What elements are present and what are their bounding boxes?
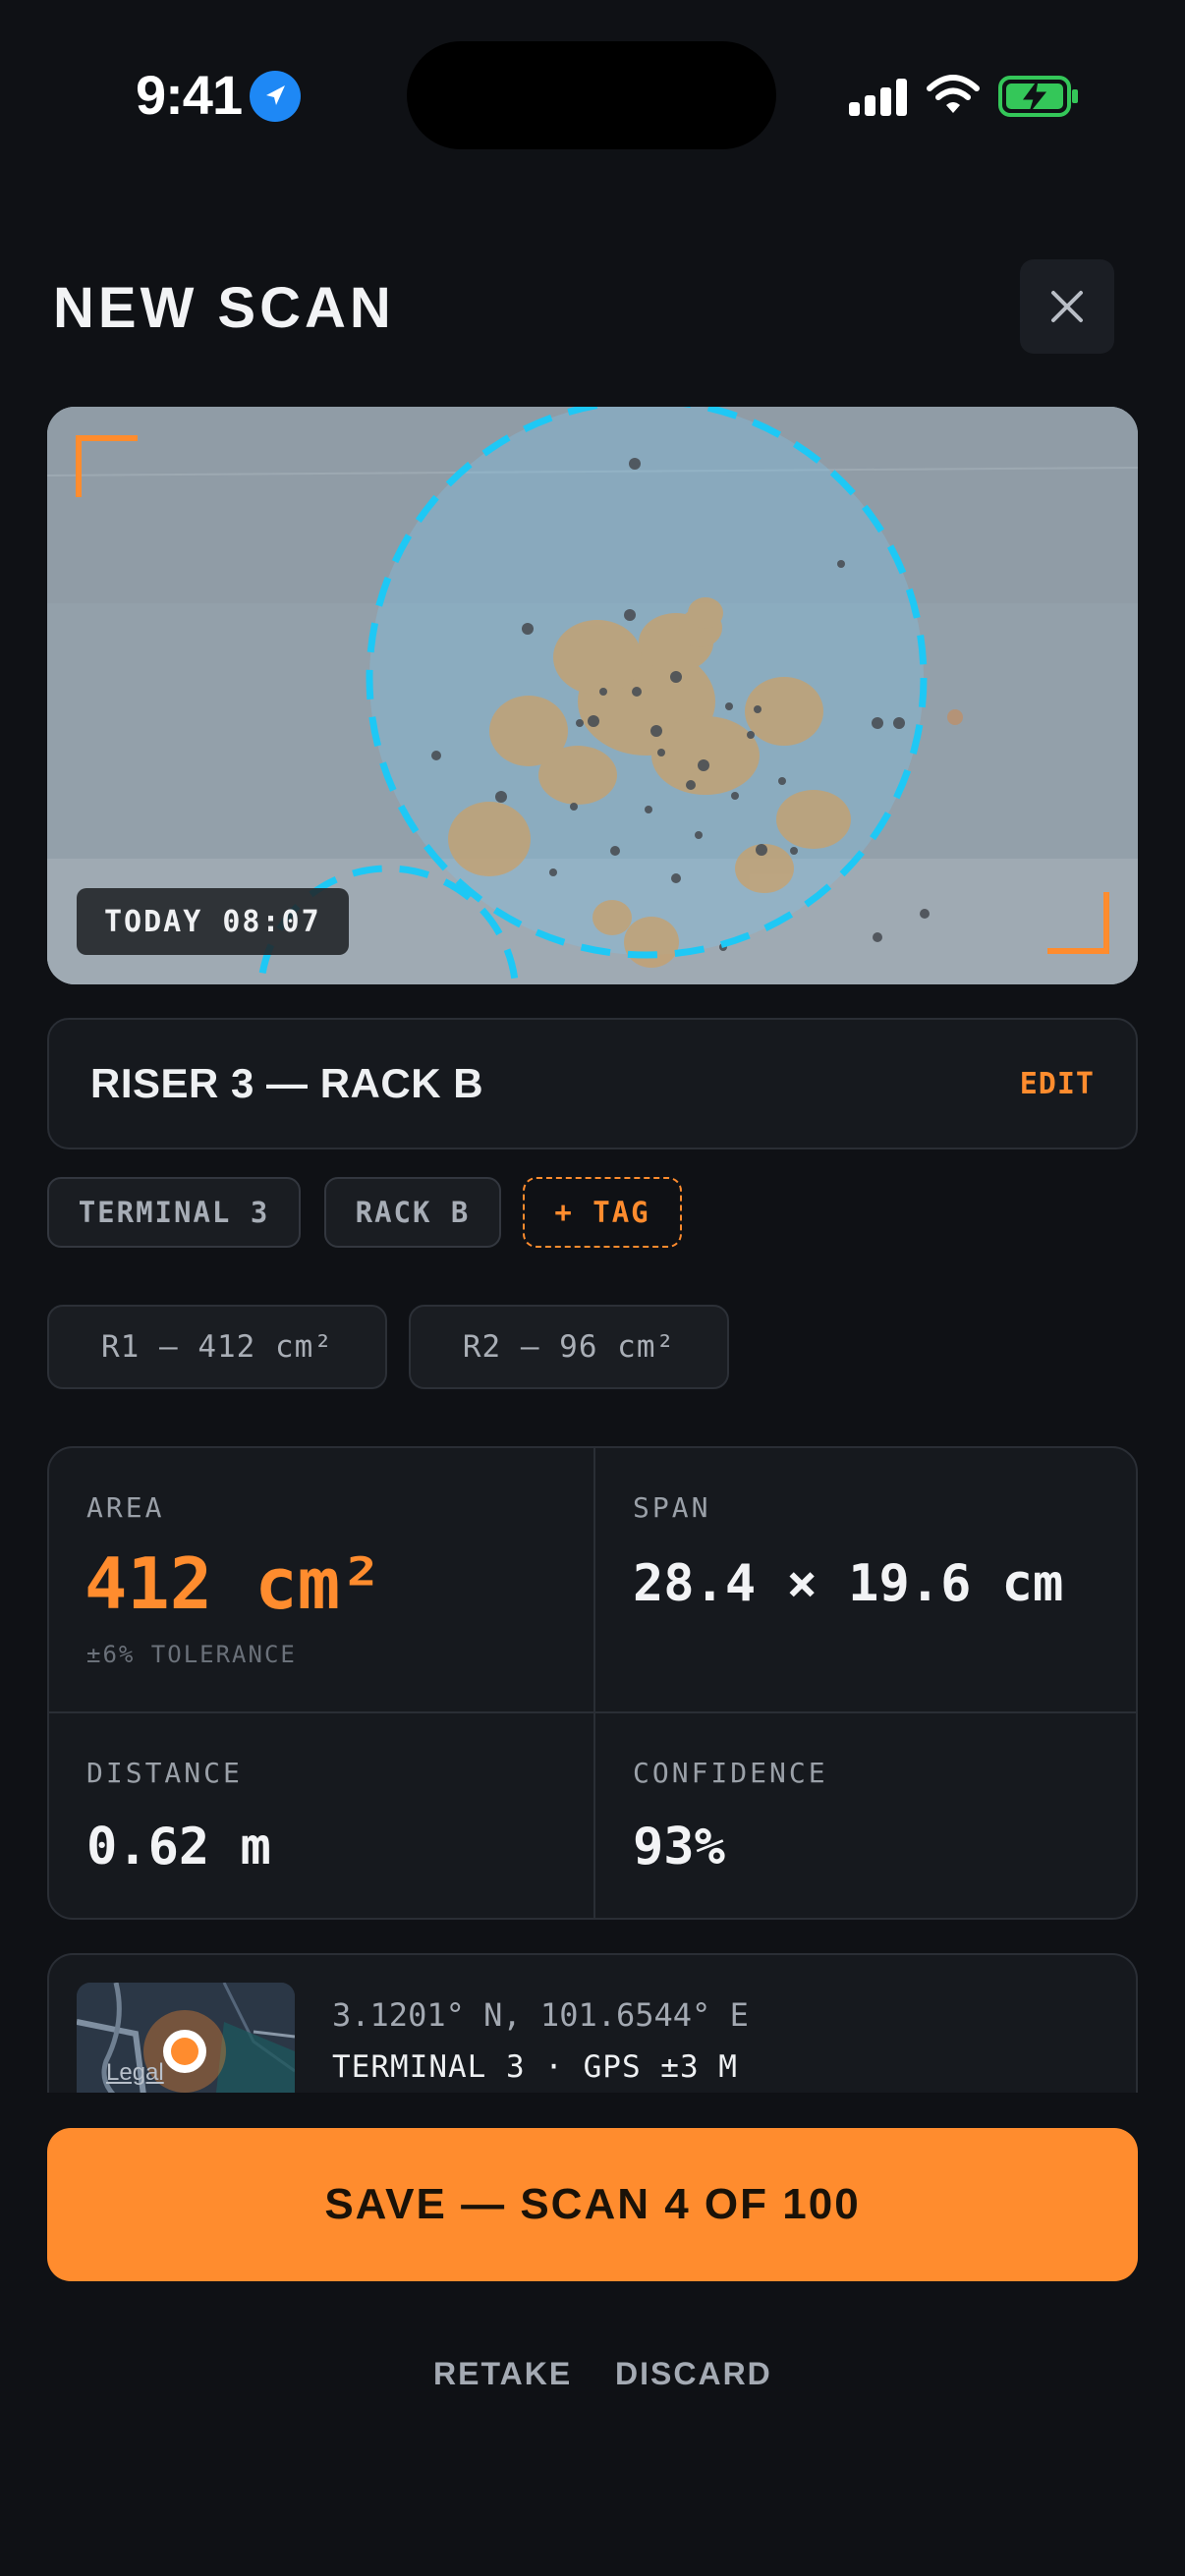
location-card[interactable]: Legal 3.1201° N, 101.6544° E TERMINAL 3 … bbox=[47, 1953, 1138, 2093]
new-scan-screen: 9:41 NEW SCAN TODAY 08:07 RISER 3 — RACK… bbox=[0, 0, 1185, 2576]
status-time: 9:41 bbox=[136, 64, 243, 126]
tag-terminal-3[interactable]: TERMINAL 3 bbox=[47, 1177, 301, 1248]
confidence-value: 93% bbox=[633, 1818, 725, 1876]
distance-value: 0.62 m bbox=[86, 1818, 271, 1876]
edit-name-button[interactable]: EDIT bbox=[1020, 1067, 1095, 1101]
battery-charging-icon bbox=[998, 75, 1081, 122]
region-chip-r2[interactable]: R2 — 96 cm² bbox=[409, 1305, 729, 1389]
scan-capture-preview[interactable]: TODAY 08:07 bbox=[47, 407, 1138, 984]
discard-button[interactable]: DISCARD bbox=[615, 2356, 772, 2392]
close-button[interactable] bbox=[1020, 259, 1114, 354]
distance-label: DISTANCE bbox=[86, 1757, 243, 1789]
region-chip-r1[interactable]: R1 — 412 cm² bbox=[47, 1305, 387, 1389]
close-icon bbox=[1051, 291, 1083, 322]
map-legal-link[interactable]: Legal bbox=[106, 2059, 164, 2087]
gps-coordinates: 3.1201° N, 101.6544° E bbox=[332, 1996, 749, 2034]
area-label: AREA bbox=[86, 1491, 165, 1524]
location-arrow-icon bbox=[250, 71, 301, 122]
add-tag-button[interactable]: + TAG bbox=[523, 1177, 682, 1248]
retake-button[interactable]: RETAKE bbox=[433, 2356, 572, 2392]
span-label: SPAN bbox=[633, 1491, 711, 1524]
signal-icon bbox=[849, 79, 908, 116]
confidence-label: CONFIDENCE bbox=[633, 1757, 828, 1789]
tag-rack-b[interactable]: RACK B bbox=[324, 1177, 501, 1248]
area-value: 412 cm² bbox=[85, 1542, 383, 1625]
wifi-icon bbox=[926, 73, 981, 120]
metrics-grid: AREA 412 cm² ±6% TOLERANCE SPAN 28.4 × 1… bbox=[47, 1446, 1138, 1920]
scan-name-label: RISER 3 — RACK B bbox=[90, 1060, 484, 1106]
page-title: NEW SCAN bbox=[53, 276, 395, 340]
area-tolerance: ±6% TOLERANCE bbox=[86, 1641, 297, 1668]
save-scan-button[interactable]: SAVE — SCAN 4 OF 100 bbox=[47, 2128, 1138, 2281]
scan-name-field[interactable]: RISER 3 — RACK B EDIT bbox=[47, 1018, 1138, 1149]
map-thumbnail[interactable]: Legal bbox=[77, 1983, 295, 2093]
dynamic-island bbox=[407, 41, 776, 149]
capture-timestamp: TODAY 08:07 bbox=[77, 888, 349, 955]
location-detail: TERMINAL 3 · GPS ±3 M bbox=[332, 2049, 738, 2085]
span-value: 28.4 × 19.6 cm bbox=[633, 1554, 1064, 1613]
